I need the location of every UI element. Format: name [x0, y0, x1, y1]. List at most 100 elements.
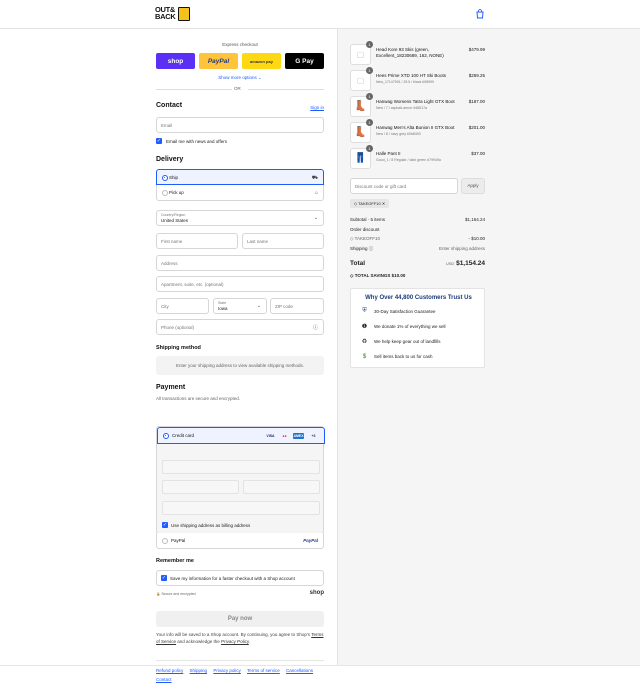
- first-name-field[interactable]: First name: [156, 233, 238, 249]
- credit-card-radio[interactable]: [163, 433, 169, 439]
- legal-body: Your info will be saved to a Shop accoun…: [156, 632, 311, 637]
- legal-text: Your info will be saved to a Shop accoun…: [156, 632, 324, 645]
- state-value: Iowa: [218, 306, 228, 311]
- total-label: Total: [350, 260, 366, 267]
- or-label: OR: [234, 86, 241, 91]
- credit-card-panel: Credit card VISA ●● AMEX +3 ✓ Use shippi…: [156, 426, 325, 534]
- pickup-option[interactable]: Pick up ⌂: [156, 185, 324, 201]
- total-amount: USD $1,154.24: [446, 260, 485, 267]
- legal-end: .: [248, 638, 251, 644]
- item-name: Hanwag Womens Tatra Light GTX Boot: [376, 99, 455, 104]
- quantity-badge: 1: [366, 145, 373, 152]
- chevron-down-icon: ⌄: [256, 303, 261, 309]
- secure-label: Secure and encrypted: [161, 592, 196, 596]
- expiration-field[interactable]: [162, 480, 239, 494]
- header: OUT& BACK: [0, 0, 640, 29]
- apartment-field[interactable]: Apartment, suite, etc. (optional): [156, 276, 324, 292]
- quantity-badge: 1: [366, 67, 373, 74]
- discount-code: TAKEOFF10: [354, 236, 381, 241]
- phone-field[interactable]: Phone (optional) ⓘ: [156, 319, 324, 335]
- country-value: United States: [161, 218, 189, 223]
- paypal-label: PayPal: [171, 538, 186, 543]
- paypal-option[interactable]: PayPal PayPal: [156, 533, 324, 549]
- email-field[interactable]: Email: [156, 117, 324, 133]
- order-discount-label: Order discount: [350, 227, 380, 232]
- name-on-card-field[interactable]: [162, 501, 320, 515]
- remove-discount-icon[interactable]: ✕: [382, 201, 385, 206]
- quantity-badge: 1: [366, 119, 373, 126]
- amex-icon: AMEX: [293, 433, 304, 439]
- image-placeholder-icon: ▢: [356, 50, 365, 59]
- news-checkbox[interactable]: ✓: [156, 138, 162, 144]
- address-field[interactable]: Address: [156, 255, 324, 271]
- shopping-bag-icon[interactable]: [475, 9, 485, 19]
- card-number-field[interactable]: [162, 460, 320, 474]
- trust-row: ♻ We help keep gear out of landfills: [360, 337, 480, 346]
- city-field[interactable]: City: [156, 298, 209, 314]
- help-icon[interactable]: ⓘ: [369, 246, 374, 251]
- store-icon: ⌂: [314, 190, 318, 196]
- refund-policy-link[interactable]: Refund policy: [156, 668, 183, 673]
- apply-button[interactable]: Apply: [461, 178, 485, 194]
- payment-subtitle: All transactions are secure and encrypte…: [156, 396, 241, 401]
- visa-icon: VISA: [266, 434, 275, 438]
- credit-card-option[interactable]: Credit card VISA ●● AMEX +3: [157, 427, 325, 444]
- discount-tag-label: TAKEOFF10: [358, 201, 381, 206]
- pickup-radio[interactable]: [162, 190, 168, 196]
- amazon-pay-button[interactable]: amazon pay: [242, 53, 281, 69]
- pickup-label: Pick up: [169, 190, 184, 195]
- mastercard-icon: ●●: [282, 434, 287, 438]
- zip-field[interactable]: ZIP code: [270, 298, 324, 314]
- discount-code-field[interactable]: Discount code or gift card: [350, 178, 458, 194]
- image-placeholder-icon: ▢: [356, 76, 365, 85]
- order-summary: ▢ 1 Head Kore 93 Skis (green, Excellent_…: [337, 29, 640, 665]
- billing-checkbox[interactable]: ✓: [162, 522, 168, 528]
- item-name: Head Kore 93 Skis (green, Excellent_1823…: [376, 47, 444, 58]
- tag-icon: ◇: [354, 201, 358, 206]
- billing-label: Use shipping address as billing address: [171, 523, 251, 528]
- total-value: $1,154.24: [456, 260, 485, 267]
- total-row: Total USD $1,154.24: [350, 260, 485, 267]
- ship-radio[interactable]: [162, 175, 168, 181]
- state-select[interactable]: State Iowa ⌄: [213, 298, 267, 314]
- trust-text: We help keep gear out of landfills: [374, 339, 441, 344]
- terms-of-service-link[interactable]: Terms of service: [247, 668, 280, 673]
- cart-item: 👢 1 Hanwag Womens Tatra Light GTX Boot N…: [350, 93, 485, 118]
- country-select[interactable]: Country/Region United States ⌄: [156, 210, 324, 226]
- paypal-radio[interactable]: [162, 538, 168, 544]
- sign-in-link[interactable]: Sign in: [310, 105, 324, 110]
- legal-and: and acknowledge the: [177, 638, 220, 644]
- payment-title: Payment: [156, 384, 186, 391]
- discount-row: ◇ TAKEOFF10 - $10.00: [350, 236, 485, 242]
- recycle-icon: ♻: [361, 339, 368, 345]
- contact-link[interactable]: Contact: [156, 677, 172, 682]
- remember-label: Save my information for a faster checkou…: [170, 576, 295, 581]
- security-code-field[interactable]: [243, 480, 320, 494]
- ship-option[interactable]: Ship ⛟: [156, 169, 324, 185]
- store-logo[interactable]: OUT& BACK: [155, 5, 192, 23]
- pay-now-button[interactable]: Pay now: [156, 611, 324, 627]
- privacy-link[interactable]: Privacy Policy: [221, 639, 249, 644]
- quantity-badge: 1: [366, 93, 373, 100]
- total-savings: TOTAL SAVINGS $10.00: [354, 273, 406, 278]
- trust-box: Why Over 44,800 Customers Trust Us ⛨ 30-D…: [350, 288, 485, 368]
- paypal-button[interactable]: PayPal: [199, 53, 238, 69]
- help-icon[interactable]: ⓘ: [313, 324, 318, 331]
- shipping-link[interactable]: Shipping: [190, 668, 208, 673]
- shop-pay-button[interactable]: shop: [156, 53, 195, 69]
- ship-label: Ship: [169, 174, 179, 180]
- remember-checkbox[interactable]: ✓: [161, 575, 167, 581]
- secure-text: 🔒 Secure and encrypted: [156, 592, 196, 596]
- cart-item: 👖 1 Halle Pant II Good_1 / 8 Regular / d…: [350, 145, 485, 170]
- privacy-policy-link[interactable]: Privacy policy: [213, 668, 241, 673]
- cancellations-link[interactable]: Cancellations: [286, 668, 313, 673]
- show-more-options-link[interactable]: Show more options ⌄: [156, 75, 324, 81]
- cart-item: 👢 1 Hanwag Men's Alta Bunion II GTX Boot…: [350, 119, 485, 144]
- cart-item: ▢ 1 Hees Prime XTD 100 HT Ski Boots New_…: [350, 67, 485, 92]
- last-name-field[interactable]: Last name: [242, 233, 324, 249]
- delivery-title: Delivery: [156, 156, 184, 163]
- currency-code: USD: [445, 261, 455, 266]
- google-pay-button[interactable]: G Pay: [285, 53, 324, 69]
- pants-icon: 👖: [354, 153, 367, 164]
- credit-card-label: Credit card: [172, 433, 195, 438]
